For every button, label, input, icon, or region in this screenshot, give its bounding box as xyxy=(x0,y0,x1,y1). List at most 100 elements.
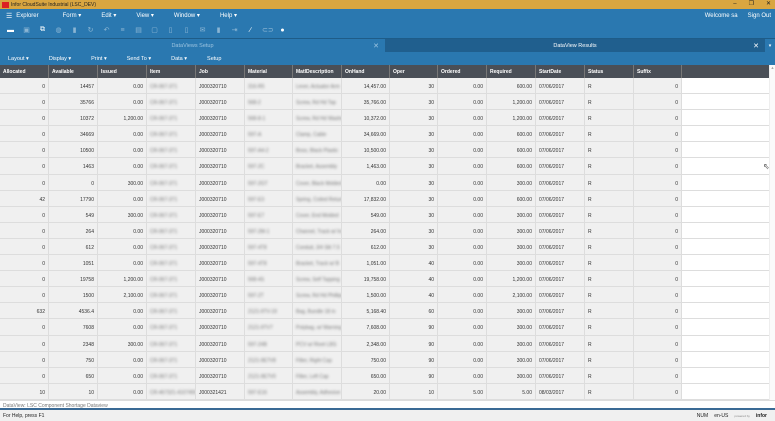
grid-cell[interactable]: 40 xyxy=(390,255,438,271)
grid-cell[interactable]: 0.00 xyxy=(438,222,487,238)
grid-cell[interactable]: 0 xyxy=(0,78,49,94)
grid-cell[interactable]: 30 xyxy=(390,78,438,94)
grid-cell[interactable]: 30 xyxy=(390,126,438,142)
menu-data[interactable]: Data ▾ xyxy=(163,56,187,62)
new-window-icon[interactable]: ⧉ xyxy=(38,26,47,34)
close-tab-icon[interactable]: ✕ xyxy=(373,42,379,50)
column-header-matldescription[interactable]: MatlDescription xyxy=(293,65,342,78)
grid-cell[interactable]: Bracket, Assembly xyxy=(293,158,342,174)
grid-cell[interactable]: 0 xyxy=(0,142,49,158)
grid-cell[interactable]: 2,100.00 xyxy=(98,287,147,303)
grid-cell[interactable]: 316-R5 xyxy=(245,78,293,94)
grid-cell[interactable]: 0 xyxy=(0,255,49,271)
column-header-oper[interactable]: Oper xyxy=(390,65,438,78)
vertical-scrollbar[interactable]: ▲ xyxy=(769,65,775,400)
grid-cell[interactable]: 10 xyxy=(0,383,49,399)
grid-cell[interactable]: CR-067-371 xyxy=(147,78,196,94)
grid-cell[interactable]: 300.00 xyxy=(487,351,536,367)
grid-cell[interactable]: CR-067-371 xyxy=(147,110,196,126)
grid-cell[interactable]: 0.00 xyxy=(98,142,147,158)
table-row[interactable]: 10 10 0.00 CR-467321-4107455 J000321421 597-E… xyxy=(0,383,775,400)
grid-cell[interactable]: 17790 xyxy=(49,190,98,206)
table-row[interactable]: 0 1500 2,100.00 CR-067-371 J000320710 597-2T S… xyxy=(0,287,775,304)
grid-cell[interactable]: J000320710 xyxy=(196,78,245,94)
export-icon[interactable]: ⇥ xyxy=(230,26,239,34)
save-icon[interactable]: ▣ xyxy=(22,26,31,34)
table-row[interactable]: 0 650 0.00 CR-067-371 J000320710 2121-9E7V0 Fi… xyxy=(0,367,775,384)
tab-dataviews-setup[interactable]: DataViews Setup ✕ xyxy=(0,39,385,52)
grid-cell[interactable]: 0 xyxy=(0,126,49,142)
grid-cell[interactable]: 0 xyxy=(634,255,682,271)
open-folder-icon[interactable]: ▬ xyxy=(6,27,15,34)
grid-cell[interactable]: J000320710 xyxy=(196,190,245,206)
grid-cell[interactable]: 35766 xyxy=(49,94,98,110)
menu-view[interactable]: View ▾ xyxy=(126,12,164,19)
clipboard-icon[interactable]: ▢ xyxy=(150,26,159,34)
refresh-icon[interactable]: ↻ xyxy=(86,26,95,34)
grid-cell[interactable]: 0.00 xyxy=(438,287,487,303)
grid-cell[interactable]: 10 xyxy=(390,383,438,399)
grid-cell[interactable]: R xyxy=(585,255,634,271)
grid-cell[interactable]: J000320710 xyxy=(196,174,245,190)
grid-cell[interactable]: 600.00 xyxy=(487,126,536,142)
grid-cell[interactable]: CR-067-371 xyxy=(147,303,196,319)
tab-list-dropdown[interactable]: ▾ xyxy=(765,39,775,52)
grid-cell[interactable]: 0.00 xyxy=(438,78,487,94)
grid-cell[interactable]: 1,051.00 xyxy=(342,255,390,271)
grid-cell[interactable]: 07/06/2017 xyxy=(536,319,585,335)
grid-cell[interactable]: CR-067-371 xyxy=(147,367,196,383)
grid-cell[interactable]: 35,766.00 xyxy=(342,94,390,110)
info-icon[interactable]: ● xyxy=(278,27,287,34)
grid-cell[interactable]: 0 xyxy=(0,94,49,110)
grid-cell[interactable]: 568-2 xyxy=(245,94,293,110)
grid-cell[interactable]: 597-E16 xyxy=(245,383,293,399)
grid-cell[interactable]: J000320710 xyxy=(196,255,245,271)
grid-cell[interactable]: Bag, Bundle 18 in xyxy=(293,303,342,319)
grid-cell[interactable]: 7,608.00 xyxy=(342,319,390,335)
grid-cell[interactable]: 0 xyxy=(634,158,682,174)
grid-cell[interactable]: R xyxy=(585,287,634,303)
grid-cell[interactable]: 0 xyxy=(634,174,682,190)
grid-cell[interactable]: 0.00 xyxy=(98,238,147,255)
grid-cell[interactable]: 0 xyxy=(0,174,49,190)
grid-cell[interactable]: 1463 xyxy=(49,158,98,174)
grid-cell[interactable]: J000320710 xyxy=(196,206,245,222)
grid-cell[interactable]: 300.00 xyxy=(487,255,536,271)
grid-cell[interactable]: 0 xyxy=(634,271,682,287)
grid-cell[interactable]: 0.00 xyxy=(98,383,147,399)
grid-cell[interactable]: CR-067-371 xyxy=(147,158,196,174)
grid-cell[interactable]: 0.00 xyxy=(438,190,487,206)
attach-icon[interactable]: ▮ xyxy=(214,26,223,34)
grid-cell[interactable]: 300.00 xyxy=(487,335,536,351)
grid-cell[interactable]: 750 xyxy=(49,351,98,367)
menu-explorer[interactable]: Explorer xyxy=(12,13,48,19)
grid-cell[interactable]: 0.00 xyxy=(438,319,487,335)
table-row[interactable]: 0 19758 1,200.00 CR-067-371 J000320710 568-4S… xyxy=(0,271,775,288)
grid-cell[interactable]: R xyxy=(585,351,634,367)
grid-cell[interactable]: 07/06/2017 xyxy=(536,335,585,351)
grid-cell[interactable]: 07/06/2017 xyxy=(536,303,585,319)
grid-cell[interactable]: 600.00 xyxy=(487,158,536,174)
grid-cell[interactable]: 549.00 xyxy=(342,206,390,222)
grid-cell[interactable]: 07/06/2017 xyxy=(536,158,585,174)
grid-cell[interactable]: R xyxy=(585,238,634,255)
close-tab-icon[interactable]: ✕ xyxy=(753,42,759,50)
grid-cell[interactable]: 300.00 xyxy=(487,303,536,319)
copy-icon[interactable]: ▯ xyxy=(182,26,191,34)
grid-cell[interactable]: 0.00 xyxy=(438,110,487,126)
grid-cell[interactable]: 597-A4-2 xyxy=(245,142,293,158)
link-icon[interactable]: ⊂⊃ xyxy=(262,26,274,34)
grid-cell[interactable]: 30 xyxy=(390,190,438,206)
grid-cell[interactable]: 0 xyxy=(49,174,98,190)
minimize-button[interactable]: – xyxy=(733,0,736,9)
grid-cell[interactable]: Polybag, w/ Warning xyxy=(293,319,342,335)
grid-cell[interactable]: 0 xyxy=(0,222,49,238)
grid-cell[interactable]: 5.00 xyxy=(438,383,487,399)
grid-cell[interactable]: 30 xyxy=(390,174,438,190)
table-row[interactable]: 0 34669 0.00 CR-067-371 J000320710 597-A Clamp… xyxy=(0,126,775,143)
grid-cell[interactable]: J000320710 xyxy=(196,158,245,174)
grid-cell[interactable]: 1,200.00 xyxy=(487,110,536,126)
grid-cell[interactable]: 14457 xyxy=(49,78,98,94)
delete-icon[interactable]: ▮ xyxy=(70,26,79,34)
grid-cell[interactable]: 30 xyxy=(390,142,438,158)
